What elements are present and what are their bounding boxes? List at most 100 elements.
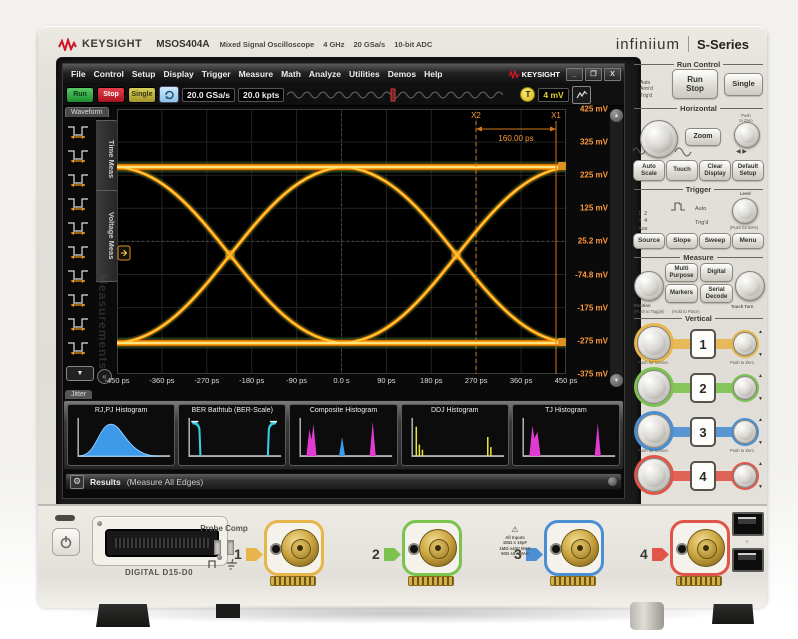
vertical-scale-knob[interactable]: [637, 414, 671, 448]
vertical-offset-knob[interactable]: [733, 332, 757, 356]
touch-turn-knob[interactable]: [735, 271, 765, 301]
measurement-icon[interactable]: [64, 168, 92, 189]
x-axis-label: 180 ps: [420, 376, 443, 385]
horizontal-button[interactable]: Default Setup: [732, 160, 764, 181]
menubar-keysight-logo: KEYSIGHT: [509, 70, 560, 79]
y-axis-label: 425 mV: [568, 105, 608, 114]
measure-position-knob[interactable]: [634, 271, 664, 301]
trigger-condition-icon[interactable]: [572, 86, 591, 104]
sample-rate-field[interactable]: 20.0 GSa/s: [182, 88, 235, 102]
channel-number-button[interactable]: 3: [690, 417, 716, 447]
measure-button[interactable]: Digital: [700, 263, 733, 282]
zoom-button[interactable]: Zoom: [685, 128, 721, 146]
vertical-scale-knob[interactable]: [637, 458, 671, 492]
tab-voltage-meas[interactable]: Voltage Meas: [96, 190, 118, 282]
status-handle[interactable]: [608, 477, 617, 486]
composite-histogram-card[interactable]: Composite Histogram: [289, 404, 397, 466]
measurement-icon[interactable]: [64, 240, 92, 261]
trigger-level-knob[interactable]: [732, 198, 758, 224]
trigger-level-field[interactable]: 4 mV: [538, 88, 568, 102]
ber-bathtub-card[interactable]: BER Bathtub (BER-Scale): [178, 404, 286, 466]
measurement-icon[interactable]: [64, 144, 92, 165]
trigger-button[interactable]: Menu: [732, 233, 764, 249]
measurement-icon[interactable]: [64, 336, 92, 357]
horizontal-button[interactable]: Auto Scale: [633, 160, 665, 181]
right-foot: [712, 604, 754, 624]
bnc-connector[interactable]: [281, 529, 319, 567]
vertical-scrollbar[interactable]: [610, 109, 623, 387]
jitter-tab[interactable]: Jitter: [65, 390, 92, 399]
maximize-button[interactable]: ❐: [585, 68, 602, 81]
tab-time-meas[interactable]: Time Meas: [96, 120, 118, 198]
measure-button[interactable]: Markers: [665, 284, 698, 303]
usb-port-top[interactable]: [732, 512, 764, 536]
trigger-position-marker[interactable]: [391, 89, 395, 101]
trigger-button[interactable]: Sweep: [699, 233, 731, 249]
trigger-edge-icon: [670, 200, 688, 214]
channel-number-button[interactable]: 4: [690, 461, 716, 491]
measure-button[interactable]: Serial Decode: [700, 284, 733, 303]
vertical-scale-knob[interactable]: [637, 326, 671, 360]
marker-handle-icon[interactable]: [118, 246, 130, 260]
measurement-icon[interactable]: [64, 288, 92, 309]
trigger-button[interactable]: Source: [633, 233, 665, 249]
menu-item[interactable]: Trigger: [202, 69, 231, 79]
more-measurements-button[interactable]: ▼: [66, 366, 94, 381]
probe-comp-terminal[interactable]: [214, 540, 221, 555]
vertical-offset-knob[interactable]: [733, 376, 757, 400]
menu-item[interactable]: Display: [164, 69, 194, 79]
run-stop-button[interactable]: Run Stop: [672, 69, 718, 99]
usb-port-bottom[interactable]: [732, 548, 764, 572]
menu-item[interactable]: Control: [94, 69, 124, 79]
memory-depth-field[interactable]: 20.0 kpts: [238, 88, 284, 102]
single-button[interactable]: Single: [128, 87, 156, 103]
measurement-icon[interactable]: [64, 216, 92, 237]
probe-comp-terminal[interactable]: [227, 540, 234, 555]
channel-number-button[interactable]: 2: [690, 373, 716, 403]
measurement-icon[interactable]: [64, 192, 92, 213]
menu-item[interactable]: Demos: [388, 69, 416, 79]
menu-item[interactable]: File: [71, 69, 86, 79]
close-button[interactable]: X: [604, 68, 621, 81]
minimize-button[interactable]: _: [566, 68, 583, 81]
measurement-icon[interactable]: [64, 264, 92, 285]
scroll-up-button[interactable]: ▲: [610, 109, 623, 122]
bnc-connector[interactable]: [687, 529, 725, 567]
instrument-type: Mixed Signal Oscilloscope: [220, 40, 315, 49]
channel-number-button[interactable]: 1: [690, 329, 716, 359]
horizontal-button[interactable]: Touch: [666, 160, 698, 181]
acquire-mode-icon[interactable]: [159, 86, 179, 103]
menu-item[interactable]: Help: [424, 69, 442, 79]
stop-button[interactable]: Stop: [97, 87, 125, 103]
vertical-scale-knob[interactable]: [637, 370, 671, 404]
trigger-button[interactable]: Slope: [666, 233, 698, 249]
tj-histogram-card[interactable]: TJ Histogram: [512, 404, 620, 466]
menu-item[interactable]: Measure: [239, 69, 274, 79]
measurement-icon[interactable]: [64, 312, 92, 333]
scroll-down-button[interactable]: ▼: [610, 374, 623, 387]
horizontal-position-knob[interactable]: [734, 122, 760, 148]
menu-item[interactable]: Utilities: [349, 69, 380, 79]
power-button[interactable]: [52, 528, 80, 556]
timebase-position-indicator[interactable]: [287, 87, 515, 103]
menu-item[interactable]: Setup: [132, 69, 156, 79]
gear-icon[interactable]: ⚙: [70, 475, 84, 489]
results-label[interactable]: Results: [90, 477, 121, 487]
menu-item[interactable]: Analyze: [309, 69, 341, 79]
single-button-hw[interactable]: Single: [724, 73, 763, 96]
vertical-offset-knob[interactable]: [733, 420, 757, 444]
measurement-icon[interactable]: [64, 120, 92, 141]
horizontal-button[interactable]: Clear Display: [699, 160, 731, 181]
rj-pj-histogram-card[interactable]: RJ,PJ Histogram: [67, 404, 175, 466]
vertical-offset-knob[interactable]: [733, 464, 757, 488]
ddj-histogram-card[interactable]: DDJ Histogram: [401, 404, 509, 466]
bnc-connector[interactable]: [419, 529, 457, 567]
menu-item[interactable]: Math: [281, 69, 301, 79]
waveform-tab[interactable]: Waveform: [65, 107, 109, 117]
digital-connector-socket[interactable]: [105, 529, 219, 557]
bnc-connector[interactable]: [561, 529, 599, 567]
run-button[interactable]: Run: [66, 87, 94, 103]
rail-tag: [558, 162, 566, 170]
cylindrical-foot: [630, 602, 664, 630]
measure-button[interactable]: Multi Purpose: [665, 263, 698, 282]
